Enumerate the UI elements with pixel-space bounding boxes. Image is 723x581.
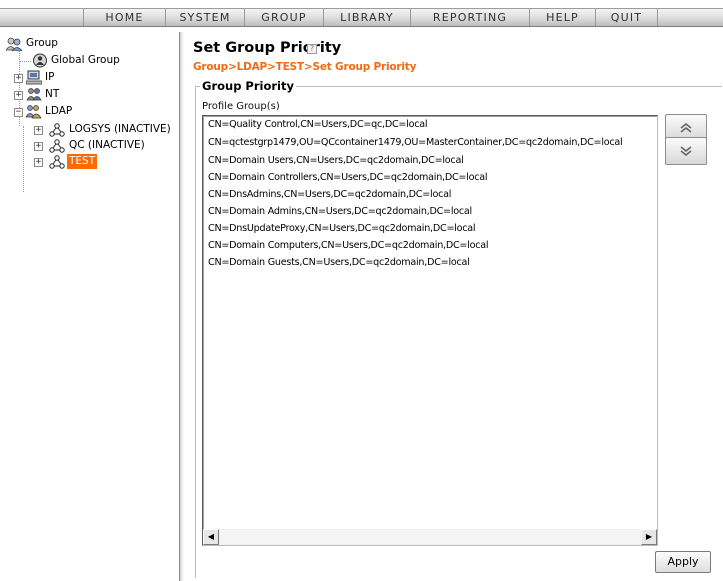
scroll-left-icon[interactable]: ◀	[203, 529, 219, 545]
menu-system[interactable]: SYSTEM	[165, 9, 244, 26]
list-item[interactable]: CN=Domain Admins,CN=Users,DC=qc2domain,D…	[208, 204, 472, 220]
list-item[interactable]: CN=Quality Control,CN=Users,DC=qc,DC=loc…	[208, 117, 428, 133]
tree-item-test[interactable]: + TEST	[30, 154, 178, 169]
tree-item-ldap[interactable]: − LDAP	[3, 104, 103, 119]
tree-connector	[23, 126, 24, 192]
tree-item-qc[interactable]: + QC (INACTIVE)	[30, 138, 178, 153]
top-menu-bar: HOME SYSTEM GROUP LIBRARY REPORTING HELP…	[0, 0, 723, 32]
tree-item-label: Global Group	[51, 54, 120, 66]
tree-item-label: LDAP	[45, 105, 73, 117]
ldap-icon	[25, 104, 42, 124]
double-chevron-down-icon	[680, 146, 692, 157]
double-chevron-up-icon	[680, 122, 692, 133]
menu-help[interactable]: HELP	[529, 9, 595, 26]
move-down-button[interactable]	[665, 137, 707, 165]
apply-button[interactable]: Apply	[655, 551, 711, 573]
tree-item-label: IP	[45, 71, 55, 83]
page-title: Set Group Priority	[193, 40, 342, 56]
expand-toggle[interactable]: +	[14, 91, 23, 100]
horizontal-scrollbar[interactable]: ◀ ▶	[203, 529, 657, 545]
expand-toggle[interactable]: +	[14, 74, 23, 83]
collapse-toggle[interactable]: −	[14, 108, 23, 117]
menu-strip: HOME SYSTEM GROUP LIBRARY REPORTING HELP…	[0, 8, 723, 27]
menu-reporting[interactable]: REPORTING	[410, 9, 529, 26]
scroll-right-icon[interactable]: ▶	[641, 529, 657, 545]
tree-item-ip[interactable]: + IP	[3, 70, 103, 85]
tree-item-label: LOGSYS (INACTIVE)	[69, 123, 171, 135]
fieldset-legend: Group Priority	[200, 79, 296, 93]
tree-item-group[interactable]: Group	[5, 36, 176, 52]
tree-item-label: NT	[45, 88, 60, 100]
menu-library[interactable]: LIBRARY	[323, 9, 410, 26]
menu-home[interactable]: HOME	[83, 9, 165, 26]
list-item[interactable]: CN=DnsAdmins,CN=Users,DC=qc2domain,DC=lo…	[208, 187, 451, 203]
list-item[interactable]: CN=Domain Controllers,CN=Users,DC=qc2dom…	[208, 170, 488, 186]
expand-toggle[interactable]: +	[34, 142, 43, 151]
tree-item-label: QC (INACTIVE)	[69, 139, 145, 151]
group-icon	[5, 37, 23, 56]
list-item[interactable]: CN=Domain Computers,CN=Users,DC=qc2domai…	[208, 238, 489, 254]
menu-group[interactable]: GROUP	[244, 9, 323, 26]
breadcrumb: Group>LDAP>TEST>Set Group Priority	[193, 61, 417, 73]
panel-divider	[180, 32, 184, 581]
list-item[interactable]: CN=qctestgrp1479,OU=QCcontainer1479,OU=M…	[208, 135, 623, 151]
menu-strip-end	[657, 9, 723, 26]
tree-item-nt[interactable]: + NT	[3, 87, 103, 102]
list-item[interactable]: CN=DnsUpdateProxy,CN=Users,DC=qc2domain,…	[208, 221, 476, 237]
group-tree: Group Global Group + IP + NT − LDAP + LO…	[0, 32, 180, 581]
profile-groups-label: Profile Group(s)	[202, 101, 280, 112]
network-icon	[49, 155, 65, 174]
tree-item-global-group[interactable]: Global Group	[32, 53, 172, 68]
list-item[interactable]: CN=Domain Guests,CN=Users,DC=qc2domain,D…	[208, 255, 470, 271]
profile-groups-listbox[interactable]: CN=Quality Control,CN=Users,DC=qc,DC=loc…	[202, 115, 658, 546]
menu-quit[interactable]: QUIT	[595, 9, 657, 26]
help-icon[interactable]: ?	[307, 44, 317, 54]
tree-item-label: Group	[26, 37, 58, 49]
tree-connector	[19, 61, 31, 62]
expand-toggle[interactable]: +	[34, 126, 43, 135]
tree-item-logsys[interactable]: + LOGSYS (INACTIVE)	[30, 122, 178, 137]
tree-item-label-selected: TEST	[67, 154, 98, 169]
expand-toggle[interactable]: +	[34, 158, 43, 167]
scrollbar-track[interactable]	[220, 530, 640, 544]
list-item[interactable]: CN=Domain Users,CN=Users,DC=qc2domain,DC…	[208, 153, 464, 169]
